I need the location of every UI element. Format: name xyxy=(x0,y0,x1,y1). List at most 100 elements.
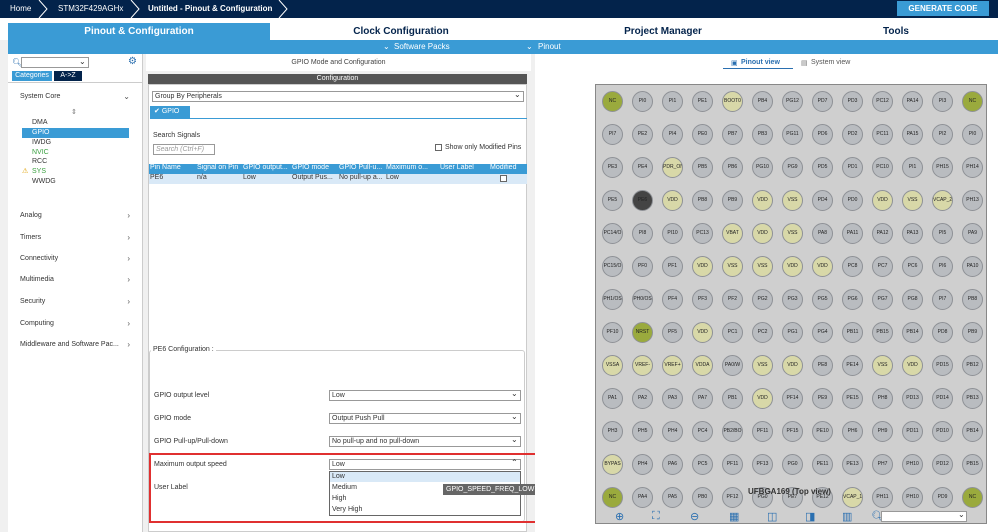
sort-icon[interactable]: ⇕ xyxy=(71,108,77,116)
pin-vss[interactable]: VSS xyxy=(752,355,773,376)
pin-pi3[interactable]: PI3 xyxy=(932,91,953,112)
sidebar-item-iwdg[interactable]: IWDG xyxy=(32,139,51,146)
pin-pg1[interactable]: PG1 xyxy=(782,322,803,343)
pin-pb9[interactable]: PB9 xyxy=(722,190,743,211)
category-multimedia[interactable]: Multimedia xyxy=(20,276,54,283)
sidebar-item-gpio[interactable]: GPIO xyxy=(32,129,50,136)
gpio-mode-select[interactable]: Output Push Pull xyxy=(329,413,521,424)
pin-pa6[interactable]: PA6 xyxy=(662,454,683,475)
pin-ph15[interactable]: PH15 xyxy=(932,157,953,178)
pin-pb4[interactable]: PB4 xyxy=(752,91,773,112)
pin-nrst[interactable]: NRST xyxy=(632,322,653,343)
pin-pe5[interactable]: PE5 xyxy=(602,190,623,211)
pin-pb6[interactable]: PB6 xyxy=(722,157,743,178)
pin-pd4[interactable]: PD4 xyxy=(812,190,833,211)
pin-pc11[interactable]: PC11 xyxy=(872,124,893,145)
category-connectivity[interactable]: Connectivity xyxy=(20,255,58,262)
pin-pf11[interactable]: PF11 xyxy=(752,421,773,442)
tab-clock-configuration[interactable]: Clock Configuration xyxy=(270,23,532,40)
pin-vcap-1[interactable]: VCAP_1 xyxy=(842,487,863,508)
pin-pc15-o[interactable]: PC15/O xyxy=(602,256,623,277)
pin-pc10[interactable]: PC10 xyxy=(872,157,893,178)
pin-pb11[interactable]: PB11 xyxy=(842,322,863,343)
column-header[interactable]: GPIO Pull-u... xyxy=(339,164,382,171)
pin-pg9[interactable]: PG9 xyxy=(782,157,803,178)
pin-pb3[interactable]: PB3 xyxy=(752,124,773,145)
tab-project-manager[interactable]: Project Manager xyxy=(532,23,794,40)
pin-nc[interactable]: NC xyxy=(602,91,623,112)
pin-pd0[interactable]: PD0 xyxy=(842,190,863,211)
pin-vcap-2[interactable]: VCAP_2 xyxy=(932,190,953,211)
pin-vdda[interactable]: VDDA xyxy=(692,355,713,376)
pin-pg10[interactable]: PG10 xyxy=(752,157,773,178)
pin-pb12[interactable]: PB12 xyxy=(962,355,983,376)
pin-pa15[interactable]: PA15 xyxy=(902,124,923,145)
pin-pb15[interactable]: PB15 xyxy=(962,454,983,475)
column-header[interactable]: Maximum o... xyxy=(386,164,428,171)
pin-pi7[interactable]: PI7 xyxy=(602,124,623,145)
pin-ph9[interactable]: PH9 xyxy=(872,421,893,442)
pin-pd5[interactable]: PD5 xyxy=(812,157,833,178)
pin-pc2[interactable]: PC2 xyxy=(752,322,773,343)
pin-ph5[interactable]: PH5 xyxy=(632,421,653,442)
pin-ph0-os[interactable]: PH0/OS xyxy=(632,289,653,310)
pin-pd6[interactable]: PD6 xyxy=(812,124,833,145)
pin-boot0[interactable]: BOOT0 xyxy=(722,91,743,112)
pin-pe4[interactable]: PE4 xyxy=(632,157,653,178)
pin-pg3[interactable]: PG3 xyxy=(782,289,803,310)
pin-pa2[interactable]: PA2 xyxy=(632,388,653,409)
pin-pa9[interactable]: PA9 xyxy=(962,223,983,244)
search-signals-input[interactable]: Search (Ctrl+F) xyxy=(153,144,215,155)
pin-pc4[interactable]: PC4 xyxy=(692,421,713,442)
pin-ph4[interactable]: PH4 xyxy=(632,454,653,475)
zoom-out-icon[interactable]: ⊖ xyxy=(690,510,699,523)
fit-screen-icon[interactable]: ⛶ xyxy=(652,510,660,523)
pin-pc1[interactable]: PC1 xyxy=(722,322,743,343)
pin-nc[interactable]: NC xyxy=(602,487,623,508)
pin-pc5[interactable]: PC5 xyxy=(692,454,713,475)
sidebar-item-nvic[interactable]: NVIC xyxy=(32,149,49,156)
pin-pa10[interactable]: PA10 xyxy=(962,256,983,277)
pin-pi7[interactable]: PI7 xyxy=(932,289,953,310)
pin-pa14[interactable]: PA14 xyxy=(902,91,923,112)
pin-vdd[interactable]: VDD xyxy=(692,256,713,277)
pin-ph14[interactable]: PH14 xyxy=(962,157,983,178)
pin-pd1[interactable]: PD1 xyxy=(842,157,863,178)
pin-ph3[interactable]: PH3 xyxy=(602,421,623,442)
breadcrumb-project[interactable]: Untitled - Pinout & Configuration xyxy=(148,0,272,18)
pin-vss[interactable]: VSS xyxy=(782,223,803,244)
pin-pe2[interactable]: PE2 xyxy=(632,124,653,145)
pin-pb9[interactable]: PB9 xyxy=(962,322,983,343)
pin-pe3[interactable]: PE3 xyxy=(602,157,623,178)
pin-vref-[interactable]: VREF- xyxy=(632,355,653,376)
tab-pinout-configuration[interactable]: Pinout & Configuration xyxy=(8,23,270,40)
pin-pa11[interactable]: PA11 xyxy=(842,223,863,244)
pin-pf15[interactable]: PF15 xyxy=(782,421,803,442)
pin-pa8[interactable]: PA8 xyxy=(812,223,833,244)
pin-pf2[interactable]: PF2 xyxy=(722,289,743,310)
pin-vdd[interactable]: VDD xyxy=(812,256,833,277)
pin-pi1[interactable]: PI1 xyxy=(662,91,683,112)
pin-ph11[interactable]: PH11 xyxy=(872,487,893,508)
sidebar-item-sys[interactable]: SYS xyxy=(32,168,46,175)
pin-pd2[interactable]: PD2 xyxy=(842,124,863,145)
pin-vdd[interactable]: VDD xyxy=(662,190,683,211)
modified-checkbox[interactable] xyxy=(500,175,507,182)
pin-pf4[interactable]: PF4 xyxy=(662,289,683,310)
pin-pe9[interactable]: PE9 xyxy=(812,388,833,409)
pin-vbat[interactable]: VBAT xyxy=(722,223,743,244)
pin-vss[interactable]: VSS xyxy=(752,256,773,277)
pin-ph1-os[interactable]: PH1/OS xyxy=(602,289,623,310)
pin-pg0[interactable]: PG0 xyxy=(782,454,803,475)
pin-vssa[interactable]: VSSA xyxy=(602,355,623,376)
pin-pe6[interactable]: PE6 xyxy=(632,190,653,211)
sidebar-item-wwdg[interactable]: WWDG xyxy=(32,178,56,185)
flip-icon[interactable]: ◨ xyxy=(805,510,815,523)
pin-pd9[interactable]: PD9 xyxy=(932,487,953,508)
pin-nc[interactable]: NC xyxy=(962,487,983,508)
pin-search-input[interactable] xyxy=(881,511,967,522)
pin-vss[interactable]: VSS xyxy=(782,190,803,211)
export-icon[interactable]: ▦ xyxy=(729,510,739,523)
pin-pb7[interactable]: PB7 xyxy=(722,124,743,145)
pin-pe10[interactable]: PE10 xyxy=(812,421,833,442)
